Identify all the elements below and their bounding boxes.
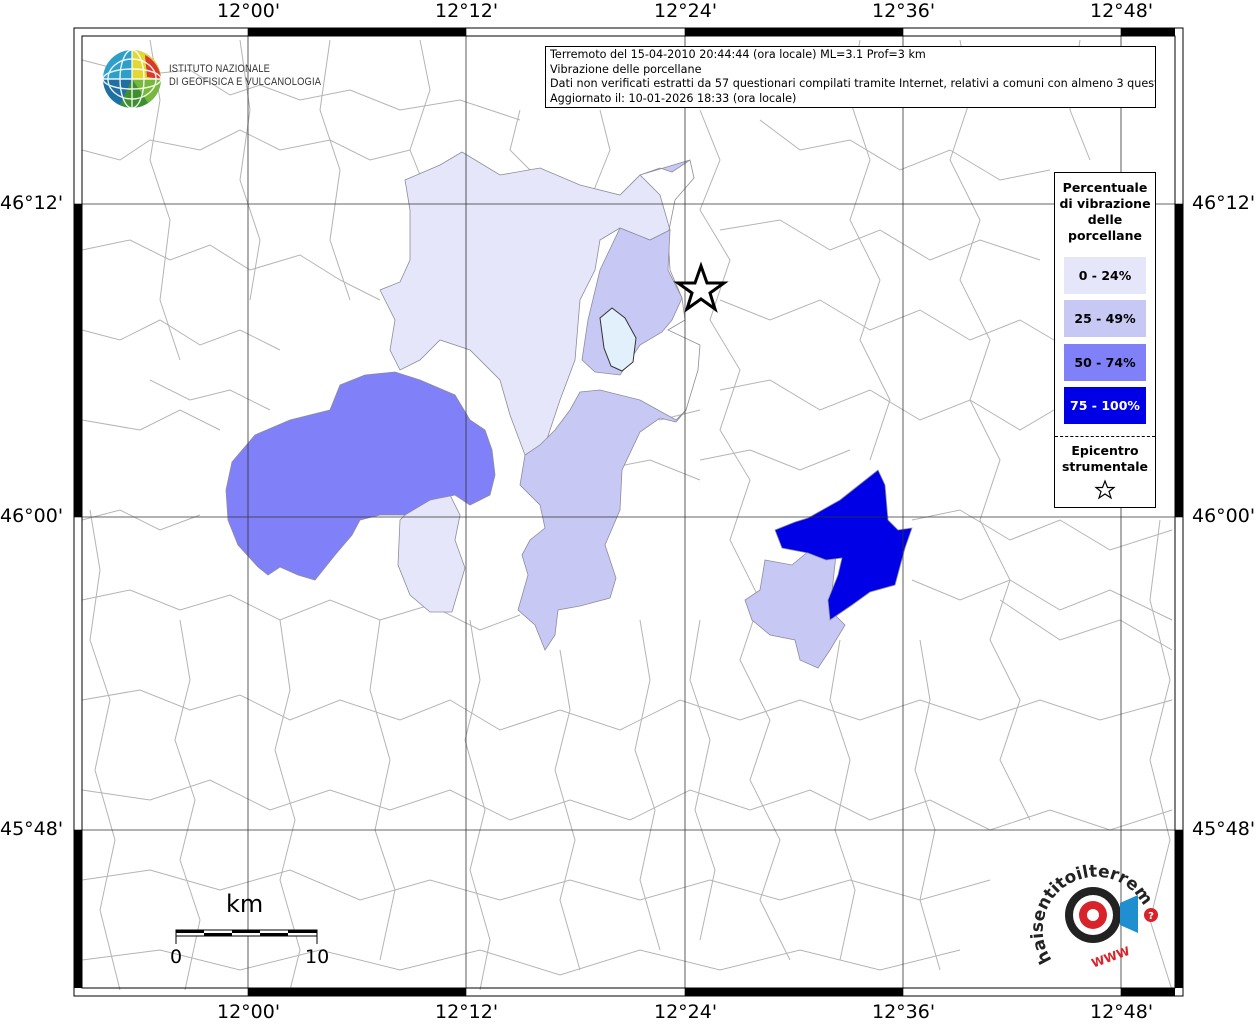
badge-www: WWW [1090,944,1132,971]
legend-epicenter-line: strumentale [1061,459,1149,474]
event-header: Terremoto del 15-04-2010 20:44:44 (ora l… [550,48,926,61]
lon-label-top: 12°12' [435,0,499,22]
star-icon [1094,479,1116,500]
lon-label-bottom: 12°24' [654,1001,718,1023]
update-timestamp: Aggiornato il: 10-01-2026 18:33 (ora loc… [550,91,797,105]
map-subject: Vibrazione delle porcellane [550,62,702,76]
legend-class-25-49: 25 - 49% [1064,300,1146,337]
lat-label-left: 45°48' [0,818,64,840]
ingv-logo-text: ISTITUTO NAZIONALE DI GEOFISICA E VULCAN… [169,63,321,89]
badge-question: ? [1148,911,1154,922]
lon-label-bottom: 12°12' [435,1001,499,1023]
legend: Percentuale di vibrazione delle porcella… [1054,172,1156,508]
legend-title-line: di vibrazione [1059,196,1151,211]
lat-label-right: 46°00' [1192,505,1256,527]
lat-label-left: 46°12' [0,192,64,214]
event-info-box: Terremoto del 15-04-2010 20:44:44 (ora l… [545,46,1156,108]
legend-class-0-24: 0 - 24% [1064,257,1146,294]
intensity-polygons [225,151,913,669]
legend-title-line: delle [1087,212,1123,227]
lon-label-bottom: 12°00' [217,1001,281,1023]
legend-title-line: Percentuale [1062,180,1148,195]
lon-label-bottom: 12°36' [872,1001,936,1023]
legend-divider [1055,436,1155,437]
lat-label-left: 46°00' [0,505,64,527]
lon-label-bottom: 12°48' [1090,1001,1154,1023]
lon-label-top: 12°36' [872,0,936,22]
legend-epicenter-label: Epicentro strumentale [1055,443,1155,475]
legend-epicenter-line: Epicentro [1071,443,1139,458]
lon-label-top: 12°48' [1090,0,1154,22]
scale-max: 10 [305,946,330,968]
haisentito-badge: haisentitoilterremoto.it ? WWW [1030,855,1158,971]
lon-label-top: 12°00' [217,0,281,22]
lat-label-right: 46°12' [1192,192,1256,214]
ingv-globe-logo [102,49,162,109]
legend-title-line: porcellane [1068,228,1142,243]
lon-label-top: 12°24' [654,0,718,22]
legend-title: Percentuale di vibrazione delle porcella… [1055,180,1155,244]
legend-class-75-100: 75 - 100% [1064,387,1146,424]
data-note: Dati non verificati estratti da 57 quest… [550,77,1156,91]
scale-unit: km [226,890,264,918]
scale-min: 0 [170,946,183,968]
ingv-line1: ISTITUTO NAZIONALE [169,63,271,75]
legend-class-50-74: 50 - 74% [1064,344,1146,381]
ingv-line2: DI GEOFISICA E VULCANOLOGIA [169,76,322,88]
lat-label-right: 45°48' [1192,818,1256,840]
